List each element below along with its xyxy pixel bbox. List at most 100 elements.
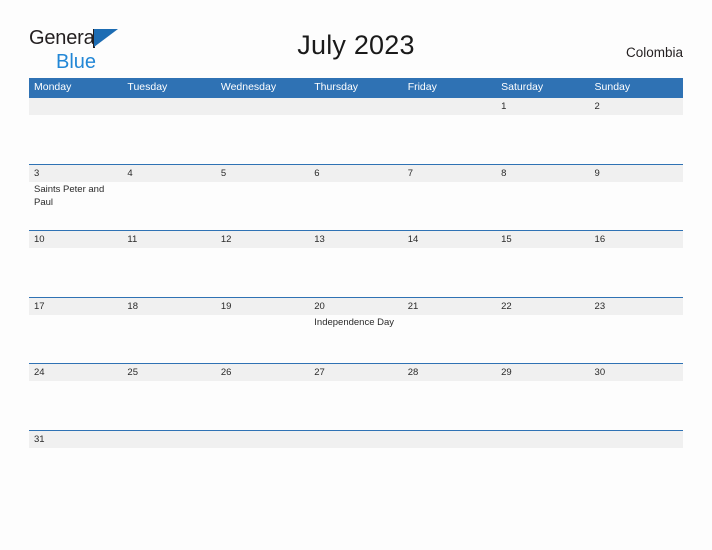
day-number[interactable] <box>309 431 402 448</box>
week-number-band: 31 <box>29 430 683 448</box>
day-event[interactable] <box>216 182 309 230</box>
day-event[interactable] <box>309 182 402 230</box>
page-title: July 2023 <box>297 30 415 60</box>
day-event[interactable] <box>496 115 589 163</box>
day-event[interactable] <box>590 381 683 429</box>
day-event[interactable] <box>29 248 122 296</box>
day-event[interactable] <box>216 315 309 363</box>
day-number[interactable]: 14 <box>403 231 496 248</box>
day-number[interactable]: 6 <box>309 165 402 182</box>
day-number[interactable]: 13 <box>309 231 402 248</box>
weekday-header-wednesday: Wednesday <box>220 81 277 93</box>
day-event[interactable] <box>122 381 215 429</box>
week-event-band <box>29 381 683 429</box>
day-event-holiday[interactable]: Saints Peter and Paul <box>29 182 122 230</box>
day-event[interactable] <box>403 448 496 453</box>
day-event[interactable] <box>29 381 122 429</box>
week-event-band <box>29 115 683 163</box>
day-event[interactable] <box>122 448 215 453</box>
day-number[interactable]: 15 <box>496 231 589 248</box>
day-event[interactable] <box>496 381 589 429</box>
day-event[interactable] <box>496 448 589 453</box>
day-number[interactable]: 20 <box>309 298 402 315</box>
day-event[interactable] <box>216 381 309 429</box>
weekday-header-monday: Monday <box>34 81 72 93</box>
day-number[interactable] <box>122 98 215 115</box>
day-event[interactable] <box>309 248 402 296</box>
calendar-grid: Monday Tuesday Wednesday Thursday Friday… <box>29 78 683 453</box>
day-number[interactable]: 25 <box>122 364 215 381</box>
day-event[interactable] <box>496 248 589 296</box>
day-number[interactable]: 19 <box>216 298 309 315</box>
day-event[interactable] <box>216 248 309 296</box>
day-event[interactable] <box>590 315 683 363</box>
day-event[interactable] <box>403 182 496 230</box>
day-number[interactable] <box>403 98 496 115</box>
day-event[interactable] <box>29 115 122 163</box>
day-number[interactable]: 21 <box>403 298 496 315</box>
week-event-band: Saints Peter and Paul <box>29 181 683 230</box>
page-header: General Blue July 2023 Colombia <box>0 0 712 78</box>
day-event-holiday[interactable]: Independence Day <box>309 315 402 363</box>
country-label: Colombia <box>625 45 683 60</box>
day-number[interactable] <box>29 98 122 115</box>
day-number[interactable]: 27 <box>309 364 402 381</box>
day-number[interactable] <box>496 431 589 448</box>
day-number[interactable] <box>309 98 402 115</box>
day-number[interactable]: 5 <box>216 165 309 182</box>
day-event[interactable] <box>216 115 309 163</box>
calendar-week-row: 10 11 12 13 14 15 16 <box>29 230 683 297</box>
day-event[interactable] <box>590 248 683 296</box>
day-event[interactable] <box>216 448 309 453</box>
day-event[interactable] <box>403 315 496 363</box>
day-number[interactable]: 28 <box>403 364 496 381</box>
day-event[interactable] <box>29 448 122 453</box>
weekday-header-row: Monday Tuesday Wednesday Thursday Friday… <box>29 78 683 97</box>
day-number[interactable]: 9 <box>590 165 683 182</box>
day-number[interactable]: 22 <box>496 298 589 315</box>
day-number[interactable] <box>590 431 683 448</box>
day-event[interactable] <box>590 182 683 230</box>
day-number[interactable]: 1 <box>496 98 589 115</box>
day-number[interactable] <box>216 98 309 115</box>
day-number[interactable]: 3 <box>29 165 122 182</box>
day-event[interactable] <box>309 381 402 429</box>
day-number[interactable]: 4 <box>122 165 215 182</box>
day-number[interactable] <box>122 431 215 448</box>
day-number[interactable]: 17 <box>29 298 122 315</box>
week-number-band: 3 4 5 6 7 8 9 <box>29 164 683 182</box>
day-number[interactable]: 10 <box>29 231 122 248</box>
day-event[interactable] <box>29 315 122 363</box>
day-number[interactable] <box>216 431 309 448</box>
day-event[interactable] <box>496 182 589 230</box>
day-event[interactable] <box>309 448 402 453</box>
calendar-week-row: 17 18 19 20 21 22 23 Independence Day <box>29 296 683 364</box>
calendar-page: General Blue July 2023 Colombia Monday T… <box>0 0 712 550</box>
day-event[interactable] <box>403 115 496 163</box>
day-event[interactable] <box>590 115 683 163</box>
day-event[interactable] <box>590 448 683 453</box>
day-number[interactable]: 2 <box>590 98 683 115</box>
day-number[interactable]: 24 <box>29 364 122 381</box>
day-number[interactable] <box>403 431 496 448</box>
day-number[interactable]: 26 <box>216 364 309 381</box>
day-number[interactable]: 30 <box>590 364 683 381</box>
day-number[interactable]: 16 <box>590 231 683 248</box>
day-event[interactable] <box>403 248 496 296</box>
day-event[interactable] <box>403 381 496 429</box>
day-event[interactable] <box>122 182 215 230</box>
day-number[interactable]: 29 <box>496 364 589 381</box>
weekday-header-sunday: Sunday <box>594 81 631 93</box>
day-number[interactable]: 31 <box>29 431 122 448</box>
day-event[interactable] <box>122 248 215 296</box>
day-event[interactable] <box>122 115 215 163</box>
day-number[interactable]: 18 <box>122 298 215 315</box>
day-number[interactable]: 7 <box>403 165 496 182</box>
day-number[interactable]: 8 <box>496 165 589 182</box>
day-event[interactable] <box>122 315 215 363</box>
day-number[interactable]: 12 <box>216 231 309 248</box>
day-number[interactable]: 23 <box>590 298 683 315</box>
day-event[interactable] <box>309 115 402 163</box>
day-number[interactable]: 11 <box>122 231 215 248</box>
day-event[interactable] <box>496 315 589 363</box>
